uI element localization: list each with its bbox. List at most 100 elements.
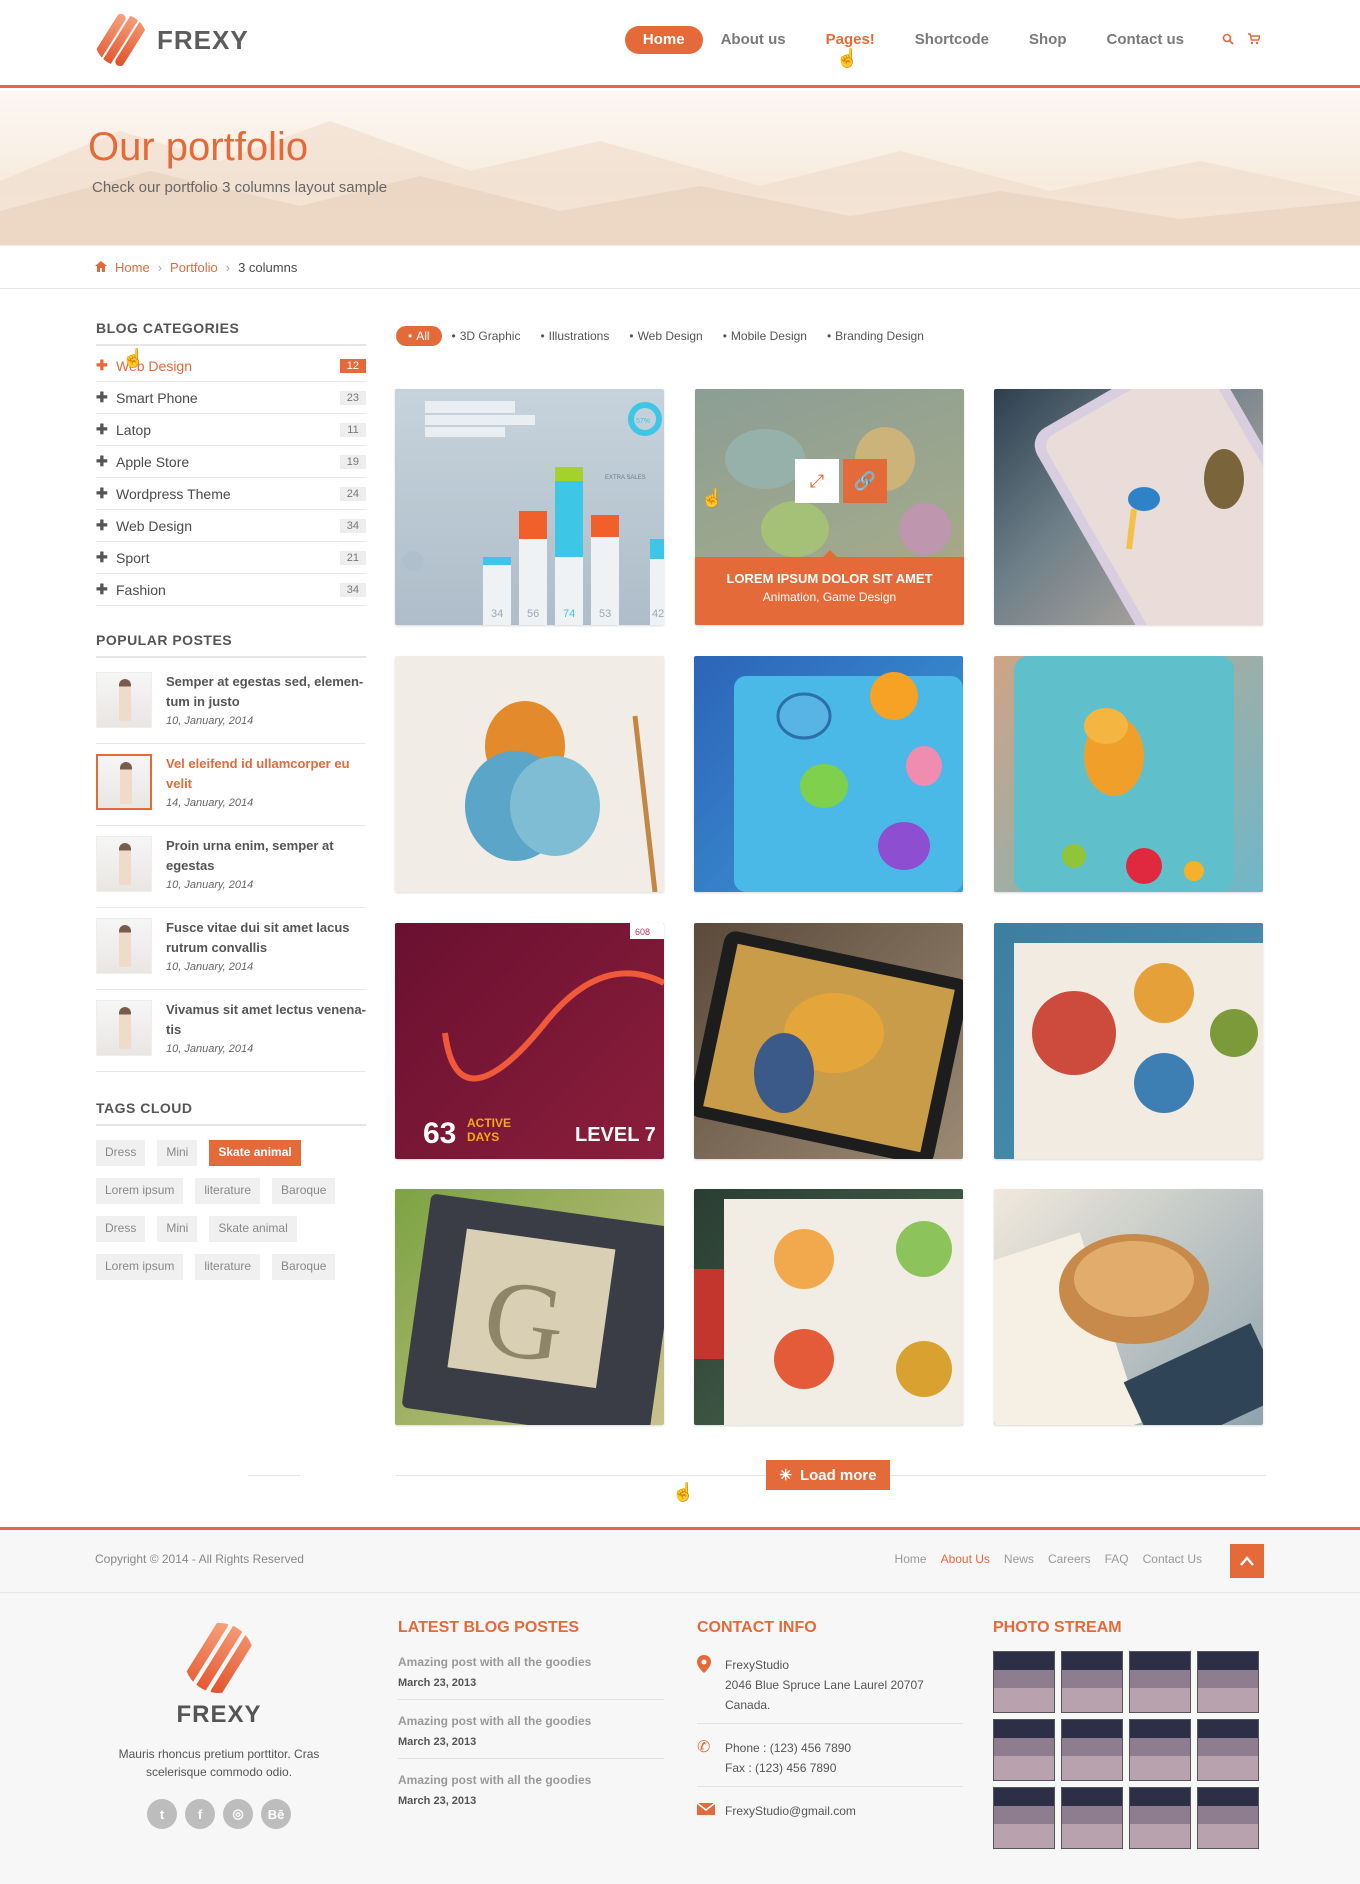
facebook-icon[interactable]: f	[185, 1799, 215, 1829]
tag[interactable]: Skate animal	[209, 1216, 297, 1242]
portfolio-item[interactable]	[994, 923, 1263, 1159]
post-thumbnail[interactable]	[96, 918, 152, 974]
footer-link-about[interactable]: About Us	[941, 1552, 990, 1566]
portfolio-item[interactable]	[994, 389, 1263, 625]
blog-post[interactable]: Amazing post with all the goodies March 2…	[398, 1651, 664, 1700]
post-thumbnail[interactable]	[96, 754, 152, 810]
footer-link-faq[interactable]: FAQ	[1105, 1552, 1129, 1566]
nav-shop[interactable]: Shop	[1029, 26, 1067, 54]
category-item[interactable]: ✚ Wordpress Theme 24	[96, 478, 366, 510]
footer: FREXY Mauris rhoncus pretium porttitor. …	[0, 1593, 1360, 1884]
post-thumbnail[interactable]	[96, 836, 152, 892]
portfolio-item[interactable]	[694, 1189, 963, 1425]
breadcrumb-home[interactable]: Home	[115, 260, 150, 275]
footer-link-home[interactable]: Home	[895, 1552, 927, 1566]
photo-thumbnail[interactable]	[993, 1719, 1055, 1781]
photo-thumbnail[interactable]	[993, 1787, 1055, 1849]
tag[interactable]: Mini	[157, 1140, 198, 1166]
load-more-button[interactable]: ✳ Load more	[766, 1460, 890, 1490]
link-icon[interactable]: 🔗	[843, 459, 887, 503]
behance-icon[interactable]: Bē	[261, 1799, 291, 1829]
tag[interactable]: literature	[195, 1254, 261, 1280]
popular-post[interactable]: Vivamus sit amet lectus venena-tis 10, Ja…	[96, 990, 366, 1072]
tag[interactable]: Lorem ipsum	[96, 1254, 184, 1280]
photo-thumbnail[interactable]	[1129, 1719, 1191, 1781]
post-title[interactable]: Proin urna enim, semper at egestas 10, Ja…	[166, 836, 366, 897]
back-to-top-button[interactable]	[1230, 1544, 1264, 1578]
portfolio-item[interactable]: G	[395, 1189, 664, 1425]
portfolio-item[interactable]: 34 56 74 53 42 57% EXTRA SALES	[395, 389, 664, 625]
social-links: t f ◎ Bē	[95, 1799, 343, 1829]
popular-post[interactable]: Vel eleifend id ullamcorper eu velit 14, …	[96, 744, 366, 826]
tag[interactable]: Dress	[96, 1216, 146, 1242]
blog-post[interactable]: Amazing post with all the goodies March 2…	[398, 1710, 664, 1759]
portfolio-item[interactable]	[694, 923, 963, 1159]
photo-thumbnail[interactable]	[1061, 1787, 1123, 1849]
logo[interactable]: FREXY	[95, 14, 249, 66]
tag[interactable]: Lorem ipsum	[96, 1178, 184, 1204]
nav-contact[interactable]: Contact us	[1106, 26, 1184, 54]
post-title[interactable]: Vel eleifend id ullamcorper eu velit 14, …	[166, 754, 366, 815]
portfolio-item[interactable]	[994, 1189, 1263, 1425]
filter-branding-design[interactable]: Branding Design	[827, 329, 924, 343]
filter-illustrations[interactable]: Illustrations	[540, 329, 610, 343]
tag[interactable]: Baroque	[272, 1254, 336, 1280]
portfolio-item[interactable]	[395, 656, 664, 892]
tag[interactable]: Dress	[96, 1140, 146, 1166]
footer-link-contact[interactable]: Contact Us	[1143, 1552, 1202, 1566]
cart-icon[interactable]	[1248, 32, 1262, 48]
expand-icon[interactable]: ⤢	[795, 459, 839, 503]
post-thumbnail[interactable]	[96, 672, 152, 728]
score-badge: 608	[635, 927, 650, 937]
nav-shortcode[interactable]: Shortcode	[915, 26, 989, 54]
category-item[interactable]: ✚ Web Design 34	[96, 510, 366, 542]
dribbble-icon[interactable]: ◎	[223, 1799, 253, 1829]
photo-thumbnail[interactable]	[1129, 1651, 1191, 1713]
category-item[interactable]: ✚ Sport 21	[96, 542, 366, 574]
photo-thumbnail[interactable]	[1061, 1719, 1123, 1781]
tag-active[interactable]: Skate animal	[209, 1140, 301, 1166]
footer-link-news[interactable]: News	[1004, 1552, 1034, 1566]
popular-post[interactable]: Proin urna enim, semper at egestas 10, Ja…	[96, 826, 366, 908]
category-item[interactable]: ✚ Apple Store 19	[96, 446, 366, 478]
portfolio-item[interactable]	[694, 656, 963, 892]
post-title[interactable]: Vivamus sit amet lectus venena-tis 10, Ja…	[166, 1000, 366, 1061]
post-title[interactable]: Semper at egestas sed, elemen-tum in jus…	[166, 672, 366, 733]
tag[interactable]: literature	[195, 1178, 261, 1204]
filter-all[interactable]: All	[396, 326, 442, 346]
category-label: Fashion	[116, 581, 166, 598]
post-title[interactable]: Fusce vitae dui sit amet lacus rutrum co…	[166, 918, 366, 979]
twitter-icon[interactable]: t	[147, 1799, 177, 1829]
search-icon[interactable]	[1222, 33, 1234, 48]
category-item[interactable]: ✚ Smart Phone 23	[96, 382, 366, 414]
portfolio-item[interactable]	[994, 656, 1263, 892]
portfolio-item[interactable]: 63 ACTIVE DAYS LEVEL 7 608	[395, 923, 664, 1159]
category-item[interactable]: ✚ Fashion 34	[96, 574, 366, 606]
category-item[interactable]: ✚ Latop 11	[96, 414, 366, 446]
map-pin-icon	[697, 1655, 725, 1715]
photo-thumbnail[interactable]	[1197, 1651, 1259, 1713]
photo-thumbnail[interactable]	[993, 1651, 1055, 1713]
portfolio-item-hovered[interactable]: ⤢ 🔗 LOREM IPSUM DOLOR SIT AMET Animation…	[695, 389, 964, 625]
popular-post[interactable]: Fusce vitae dui sit amet lacus rutrum co…	[96, 908, 366, 990]
tag[interactable]: Baroque	[272, 1178, 336, 1204]
filter-mobile-design[interactable]: Mobile Design	[723, 329, 807, 343]
photo-thumbnail[interactable]	[1129, 1787, 1191, 1849]
nav-home[interactable]: Home	[624, 26, 703, 54]
footer-link-careers[interactable]: Careers	[1048, 1552, 1091, 1566]
icons-sketch-artwork	[694, 1199, 963, 1425]
post-date: 10, January, 2014	[166, 715, 254, 727]
photo-thumbnail[interactable]	[1061, 1651, 1123, 1713]
hover-caption[interactable]: LOREM IPSUM DOLOR SIT AMET Animation, Ga…	[695, 550, 964, 625]
blog-post[interactable]: Amazing post with all the goodies March 2…	[398, 1769, 664, 1817]
contact-email[interactable]: FrexyStudio@gmail.com	[696, 1797, 963, 1829]
breadcrumb-portfolio[interactable]: Portfolio	[170, 260, 218, 275]
post-thumbnail[interactable]	[96, 1000, 152, 1056]
nav-about[interactable]: About us	[721, 26, 786, 54]
popular-post[interactable]: Semper at egestas sed, elemen-tum in jus…	[96, 662, 366, 744]
filter-web-design[interactable]: Web Design	[629, 329, 703, 343]
filter-3d-graphic[interactable]: 3D Graphic	[452, 329, 521, 343]
tag[interactable]: Mini	[157, 1216, 198, 1242]
photo-thumbnail[interactable]	[1197, 1719, 1259, 1781]
photo-thumbnail[interactable]	[1197, 1787, 1259, 1849]
